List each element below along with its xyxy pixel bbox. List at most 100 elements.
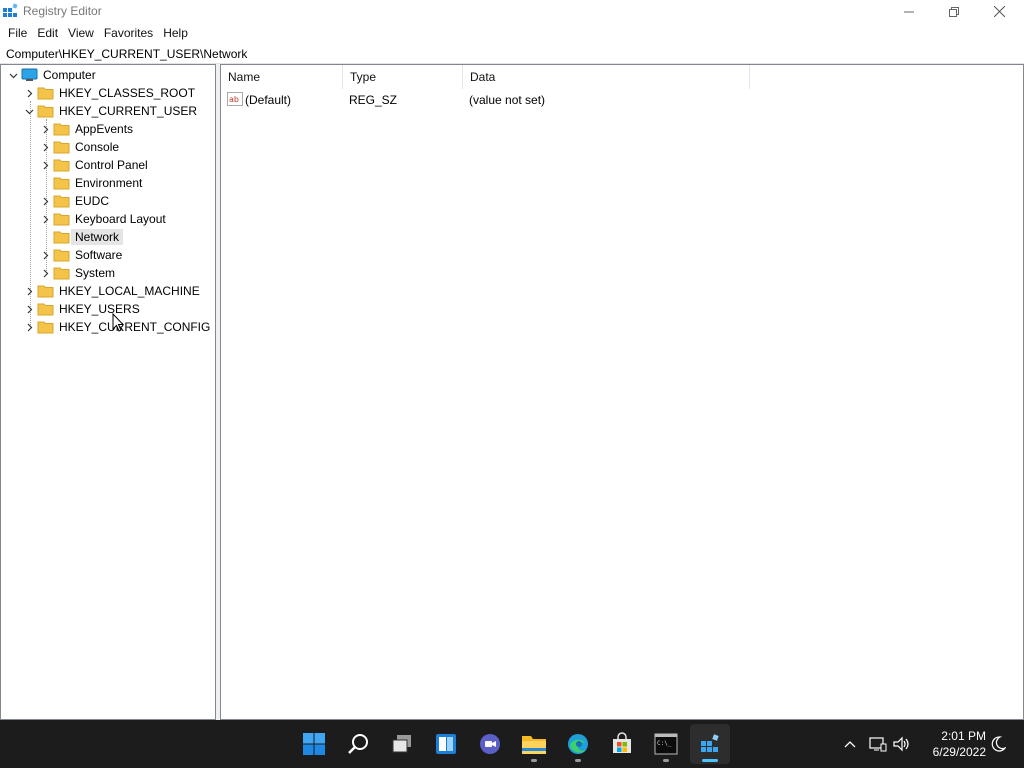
network-icon	[869, 737, 887, 752]
volume-tray-button[interactable]	[892, 734, 912, 754]
search-button[interactable]	[338, 724, 378, 764]
restore-button[interactable]	[931, 0, 977, 23]
folder-open-icon	[53, 231, 70, 244]
tree-node-keyboard-layout[interactable]: Keyboard Layout	[1, 210, 215, 228]
tree-node-control-panel[interactable]: Control Panel	[1, 156, 215, 174]
tree-label: HKEY_CLASSES_ROOT	[59, 86, 196, 100]
widgets-button[interactable]	[426, 724, 466, 764]
edge-button[interactable]	[558, 724, 598, 764]
key-tree[interactable]: Computer HKEY_CLASSES_ROOT HKEY_CURRENT_…	[0, 64, 216, 720]
tree-node-computer[interactable]: Computer	[1, 66, 215, 84]
menu-bar: File Edit View Favorites Help	[0, 23, 1024, 43]
folder-icon	[53, 267, 70, 280]
values-list[interactable]: Name Type Data ab (Default) REG_SZ (valu…	[220, 64, 1024, 720]
column-header-name[interactable]: Name	[221, 65, 343, 89]
clock-time: 2:01 PM	[941, 729, 986, 743]
menu-view[interactable]: View	[63, 23, 99, 43]
running-indicator	[663, 759, 669, 762]
value-type: REG_SZ	[349, 93, 398, 107]
computer-icon	[21, 68, 38, 81]
svg-text:ab: ab	[229, 95, 239, 104]
file-explorer-icon	[522, 736, 546, 754]
store-button[interactable]	[602, 724, 642, 764]
regedit-taskbar-button[interactable]	[690, 724, 730, 764]
chevron-right-icon[interactable]	[23, 285, 35, 297]
close-icon	[993, 6, 1005, 17]
tree-label: AppEvents	[75, 122, 134, 136]
tree-node-hkey-current-config[interactable]: HKEY_CURRENT_CONFIG	[1, 318, 215, 336]
tree-node-software[interactable]: Software	[1, 246, 215, 264]
column-header-data[interactable]: Data	[463, 65, 750, 89]
tree-node-hkey-users[interactable]: HKEY_USERS	[1, 300, 215, 318]
menu-favorites[interactable]: Favorites	[99, 23, 158, 43]
tree-node-network[interactable]: Network	[1, 228, 215, 246]
system-clock[interactable]: 2:01 PM 6/29/2022	[916, 728, 986, 760]
task-view-button[interactable]	[382, 724, 422, 764]
mouse-cursor-icon	[112, 313, 124, 332]
address-bar[interactable]: Computer\HKEY_CURRENT_USER\Network	[0, 43, 1024, 64]
terminal-icon: C:\_	[654, 733, 678, 755]
tree-node-hkey-classes-root[interactable]: HKEY_CLASSES_ROOT	[1, 84, 215, 102]
column-header-type[interactable]: Type	[343, 65, 463, 89]
menu-help[interactable]: Help	[158, 23, 193, 43]
chevron-right-icon[interactable]	[23, 321, 35, 333]
chat-icon	[480, 734, 500, 754]
restore-icon	[949, 6, 959, 17]
show-hidden-icons-button[interactable]	[840, 734, 860, 754]
menu-edit[interactable]: Edit	[32, 23, 63, 43]
chevron-right-icon[interactable]	[23, 87, 35, 99]
minimize-icon	[904, 11, 914, 12]
tree-label: EUDC	[75, 194, 110, 208]
regedit-icon	[701, 734, 719, 752]
network-tray-button[interactable]	[868, 734, 888, 754]
focus-assist-button[interactable]	[988, 734, 1008, 754]
chevron-right-icon[interactable]	[39, 249, 51, 261]
chevron-up-icon	[844, 741, 856, 748]
running-indicator	[531, 759, 537, 762]
tree-label-computer: Computer	[43, 68, 96, 82]
chevron-right-icon[interactable]	[39, 195, 51, 207]
tree-node-hkey-local-machine[interactable]: HKEY_LOCAL_MACHINE	[1, 282, 215, 300]
chevron-right-icon[interactable]	[39, 267, 51, 279]
tree-node-hkey-current-user[interactable]: HKEY_CURRENT_USER	[1, 102, 215, 120]
folder-icon	[37, 87, 54, 100]
tree-node-eudc[interactable]: EUDC	[1, 192, 215, 210]
folder-icon	[53, 141, 70, 154]
tree-node-console[interactable]: Console	[1, 138, 215, 156]
chevron-right-icon[interactable]	[23, 303, 35, 315]
widgets-icon	[436, 734, 456, 754]
address-path[interactable]: Computer\HKEY_CURRENT_USER\Network	[6, 47, 247, 61]
start-button[interactable]	[294, 724, 334, 764]
chevron-right-icon[interactable]	[39, 159, 51, 171]
search-icon	[348, 734, 368, 754]
volume-icon	[893, 736, 909, 752]
tree-label: HKEY_CURRENT_CONFIG	[59, 320, 211, 334]
folder-open-icon	[37, 105, 54, 118]
tree-node-system[interactable]: System	[1, 264, 215, 282]
folder-icon	[37, 303, 54, 316]
folder-icon	[37, 285, 54, 298]
close-button[interactable]	[976, 0, 1022, 23]
folder-icon	[37, 321, 54, 334]
active-indicator	[702, 759, 718, 762]
taskbar: C:\_ 2:01 PM 6/29/2022	[0, 720, 1024, 768]
running-indicator	[575, 759, 581, 762]
chat-button[interactable]	[470, 724, 510, 764]
tree-node-appevents[interactable]: AppEvents	[1, 120, 215, 138]
value-name: (Default)	[245, 93, 292, 107]
minimize-button[interactable]	[886, 0, 932, 23]
tree-label: HKEY_USERS	[59, 302, 140, 316]
chevron-right-icon[interactable]	[39, 141, 51, 153]
chevron-right-icon[interactable]	[39, 123, 51, 135]
chevron-down-icon[interactable]	[23, 105, 35, 117]
tree-node-environment[interactable]: Environment	[1, 174, 215, 192]
chevron-right-icon[interactable]	[39, 213, 51, 225]
chevron-down-icon[interactable]	[7, 69, 19, 81]
value-row[interactable]: ab (Default) REG_SZ (value not set)	[221, 91, 749, 109]
edge-icon	[568, 734, 588, 754]
value-data: (value not set)	[469, 93, 546, 107]
folder-icon	[53, 249, 70, 262]
menu-file[interactable]: File	[3, 23, 32, 43]
file-explorer-button[interactable]	[514, 724, 554, 764]
terminal-button[interactable]: C:\_	[646, 724, 686, 764]
